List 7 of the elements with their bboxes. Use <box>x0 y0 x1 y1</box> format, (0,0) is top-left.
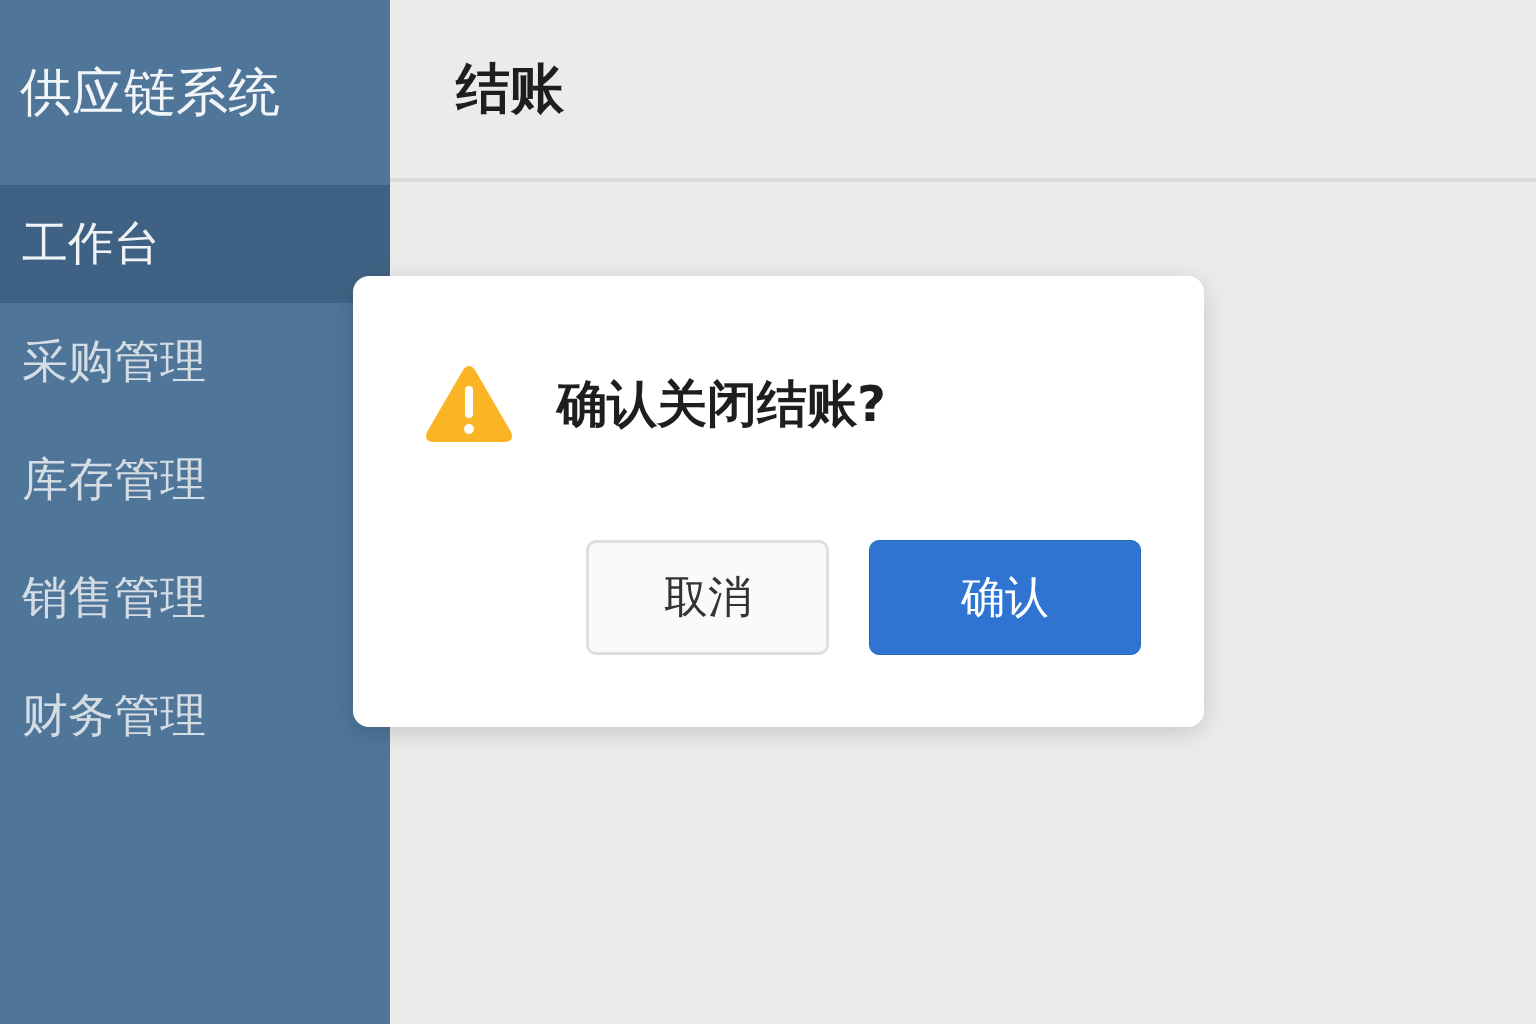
dialog-message: 确认关闭结账? <box>557 373 886 435</box>
page-title: 结账 <box>456 55 564 122</box>
cancel-button[interactable]: 取消 <box>586 540 829 655</box>
sidebar-item[interactable]: 工作台 <box>0 185 390 303</box>
confirm-button[interactable]: 确认 <box>869 540 1141 655</box>
warning-icon <box>425 364 513 444</box>
app-title: 供应链系统 <box>19 60 281 124</box>
